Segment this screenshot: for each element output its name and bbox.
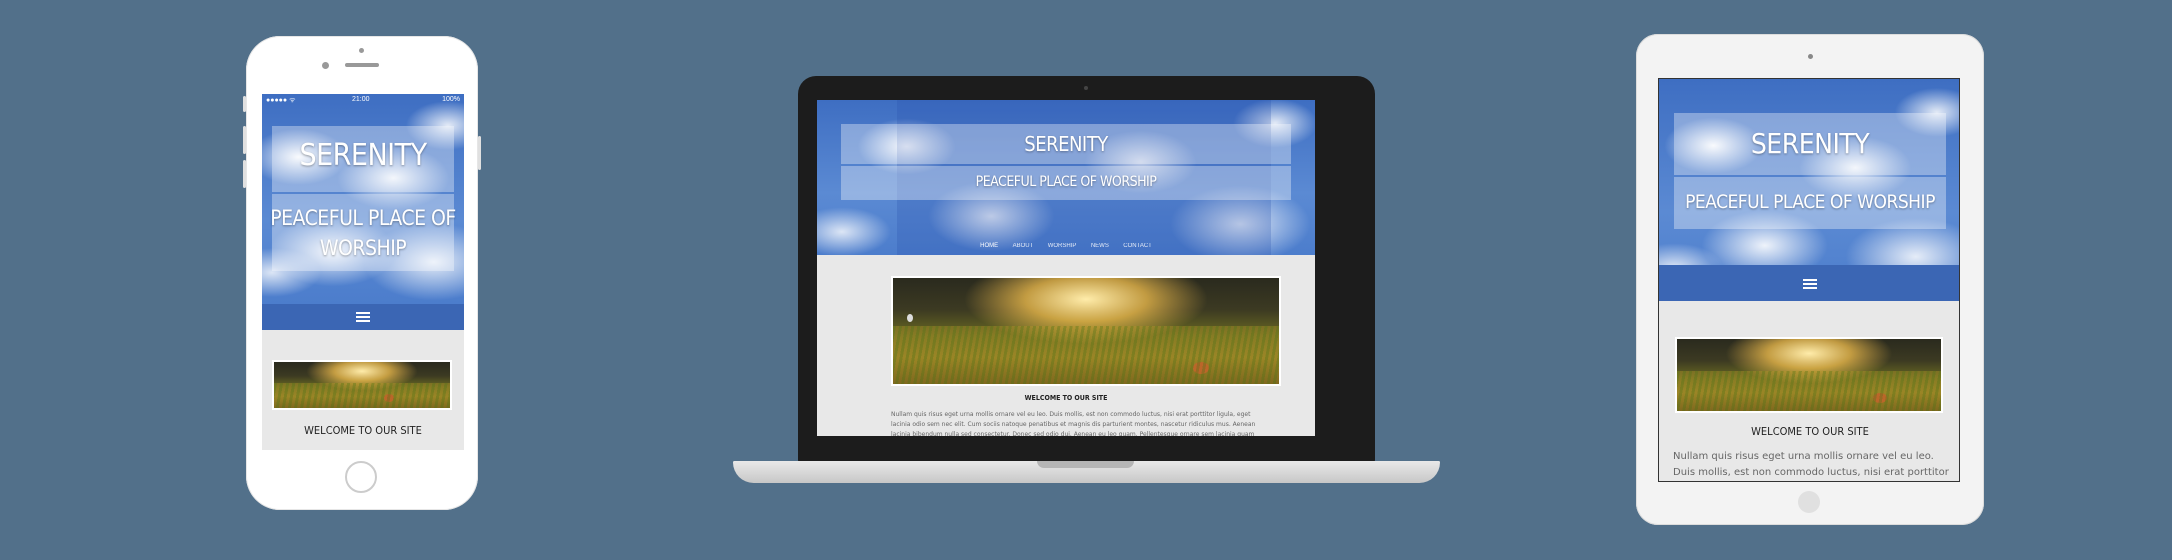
nav-home[interactable]: HOME [980, 243, 998, 249]
site-subtitle: PEACEFUL PLACE OF WORSHIP [1685, 191, 1935, 213]
site-title: SERENITY [1024, 132, 1108, 156]
status-time: 21:00 [352, 96, 370, 103]
front-camera-icon [322, 62, 329, 69]
laptop-camera-icon [1084, 86, 1088, 90]
tablet-screen: SERENITY PEACEFUL PLACE OF WORSHIP WELCO… [1658, 78, 1960, 482]
laptop-hero-image [891, 276, 1281, 386]
site-subtitle-line1: PEACEFUL PLACE OF [270, 206, 456, 230]
site-title: SERENITY [299, 138, 427, 173]
nav-contact[interactable]: CONTACT [1123, 243, 1152, 249]
laptop-screen: SERENITY PEACEFUL PLACE OF WORSHIP HOME … [817, 100, 1315, 436]
welcome-heading: WELCOME TO OUR SITE [304, 424, 422, 437]
welcome-text: Nullam quis risus eget urna mollis ornar… [891, 411, 1256, 436]
tablet-hero-image [1675, 337, 1943, 413]
home-button-icon[interactable] [1798, 491, 1820, 513]
phone-power-button [478, 136, 481, 170]
phone-status-bar: ●●●●● ᯤ 21:00 100% [262, 94, 464, 108]
nav-worship[interactable]: WORSHIP [1048, 243, 1077, 249]
site-subtitle: PEACEFUL PLACE OF WORSHIP [975, 174, 1157, 190]
phone-screen: ●●●●● ᯤ 21:00 100% SERENITY PEACEFUL PLA… [262, 94, 464, 450]
speaker-grille [345, 63, 379, 67]
main-nav: HOME ABOUT WORSHIP NEWS CONTACT [817, 234, 1315, 252]
battery-level: 100% [442, 96, 460, 103]
welcome-text: Nullam quis risus eget urna mollis ornar… [1673, 451, 1949, 478]
phone-mockup: ●●●●● ᯤ 21:00 100% SERENITY PEACEFUL PLA… [243, 36, 481, 510]
hamburger-icon[interactable] [356, 310, 370, 324]
phone-hero-image [272, 360, 452, 410]
welcome-heading: WELCOME TO OUR SITE [1024, 394, 1108, 402]
phone-volume-up [243, 126, 246, 154]
phone-volume-down [243, 160, 246, 188]
phone-mute-switch [243, 96, 246, 112]
camera-icon [359, 48, 364, 53]
tablet-mockup: SERENITY PEACEFUL PLACE OF WORSHIP WELCO… [1636, 34, 1984, 525]
carrier-signal: ●●●●● ᯤ [266, 97, 296, 104]
nav-about[interactable]: ABOUT [1013, 243, 1034, 249]
hamburger-icon[interactable] [1803, 277, 1817, 291]
welcome-heading: WELCOME TO OUR SITE [1751, 425, 1869, 438]
site-subtitle-line2: WORSHIP [319, 236, 407, 260]
tablet-camera-icon [1808, 54, 1813, 59]
laptop-notch [1037, 461, 1134, 468]
nav-news[interactable]: NEWS [1091, 243, 1109, 249]
site-title: SERENITY [1750, 127, 1870, 160]
home-button-icon[interactable] [345, 461, 377, 493]
